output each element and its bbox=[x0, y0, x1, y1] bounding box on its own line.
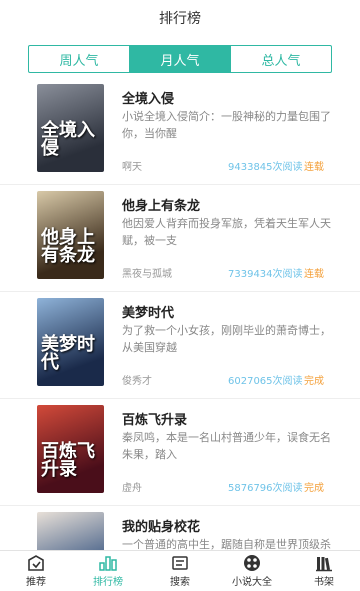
status-badge: 完成 bbox=[304, 483, 324, 494]
book-cover[interactable]: 他身上有条龙 bbox=[37, 191, 104, 279]
catalog-icon bbox=[244, 555, 260, 571]
cover-title-art: 美梦时代 bbox=[41, 334, 95, 373]
book-description: 他因爱人背弃而投身军旅，凭着天生军人天赋，被一支 bbox=[122, 217, 331, 247]
book-cover[interactable] bbox=[37, 512, 104, 550]
book-cover[interactable]: 全境入侵 bbox=[37, 84, 104, 172]
nav-label: 搜索 bbox=[170, 577, 190, 588]
recommend-icon bbox=[28, 555, 44, 571]
tab-monthly[interactable]: 月人气 bbox=[130, 46, 231, 72]
read-count: 6027065次阅读 bbox=[228, 376, 303, 387]
search-icon bbox=[172, 556, 188, 570]
book-description: 一个普通的高中生，踞随自称是世界顶级杀手的鬼老头 bbox=[122, 538, 331, 550]
nav-recommend[interactable]: 推荐 bbox=[0, 551, 72, 591]
book-author: 黑夜与孤城 bbox=[122, 269, 172, 280]
status-badge: 连载 bbox=[304, 269, 324, 280]
book-title: 他身上有条龙 bbox=[122, 199, 201, 214]
book-cover[interactable]: 百炼飞升录 bbox=[37, 405, 104, 493]
status-badge: 完成 bbox=[304, 376, 324, 387]
nav-ranking[interactable]: 排行榜 bbox=[72, 551, 144, 591]
book-item[interactable]: 百炼飞升录 百炼飞升录 秦凤鸣，本是一名山村普通少年，误食无名朱果，踏入 虚舟 … bbox=[0, 399, 360, 506]
tab-weekly[interactable]: 周人气 bbox=[29, 46, 130, 72]
page-header: 排行榜 bbox=[0, 0, 360, 36]
book-title: 全境入侵 bbox=[122, 92, 175, 107]
cover-title-art: 百炼飞升录 bbox=[41, 441, 95, 480]
cover-title-art: 他身上有条龙 bbox=[41, 227, 95, 266]
bookshelf-icon bbox=[316, 557, 332, 572]
status-badge: 连载 bbox=[304, 162, 324, 173]
book-title: 美梦时代 bbox=[122, 306, 175, 321]
book-item[interactable]: 全境入侵 全境入侵 小说全境入侵简介：一股神秘的力量包围了你，当你醒 啊天 94… bbox=[0, 78, 360, 185]
book-description: 秦凤鸣，本是一名山村普通少年，误食无名朱果，踏入 bbox=[122, 431, 331, 461]
book-cover[interactable]: 美梦时代 bbox=[37, 298, 104, 386]
book-title: 百炼飞升录 bbox=[122, 413, 188, 428]
book-title: 我的贴身校花 bbox=[122, 520, 201, 535]
read-count: 9433845次阅读 bbox=[228, 162, 303, 173]
nav-label: 书架 bbox=[314, 577, 334, 588]
book-description: 为了救一个小女孩，刚刚毕业的萧奇博士，从美国穿越 bbox=[122, 324, 331, 354]
read-count: 5876796次阅读 bbox=[228, 483, 303, 494]
tab-total[interactable]: 总人气 bbox=[231, 46, 331, 72]
ranking-icon bbox=[99, 556, 117, 571]
book-item[interactable]: 他身上有条龙 他身上有条龙 他因爱人背弃而投身军旅，凭着天生军人天赋，被一支 黑… bbox=[0, 185, 360, 292]
page-title: 排行榜 bbox=[159, 11, 201, 27]
bottom-nav: 推荐 排行榜 搜索 小说大全 书架 bbox=[0, 550, 360, 591]
nav-search[interactable]: 搜索 bbox=[144, 551, 216, 591]
book-item[interactable]: 美梦时代 美梦时代 为了救一个小女孩，刚刚毕业的萧奇博士，从美国穿越 俊秀才 6… bbox=[0, 292, 360, 399]
book-list: 全境入侵 全境入侵 小说全境入侵简介：一股神秘的力量包围了你，当你醒 啊天 94… bbox=[0, 78, 360, 550]
book-author: 啊天 bbox=[122, 162, 142, 173]
nav-label: 排行榜 bbox=[93, 577, 123, 588]
cover-title-art: 全境入侵 bbox=[41, 120, 95, 159]
nav-bookshelf[interactable]: 书架 bbox=[288, 551, 360, 591]
book-author: 虚舟 bbox=[122, 483, 142, 494]
book-author: 俊秀才 bbox=[122, 376, 152, 387]
nav-catalog[interactable]: 小说大全 bbox=[216, 551, 288, 591]
nav-label: 推荐 bbox=[26, 577, 46, 588]
book-description: 小说全境入侵简介：一股神秘的力量包围了你，当你醒 bbox=[122, 110, 331, 140]
book-item[interactable]: 我的贴身校花 一个普通的高中生，踞随自称是世界顶级杀手的鬼老头 bbox=[0, 506, 360, 550]
ranking-tabs: 周人气 月人气 总人气 bbox=[28, 45, 332, 73]
nav-label: 小说大全 bbox=[232, 577, 272, 588]
read-count: 7339434次阅读 bbox=[228, 269, 303, 280]
